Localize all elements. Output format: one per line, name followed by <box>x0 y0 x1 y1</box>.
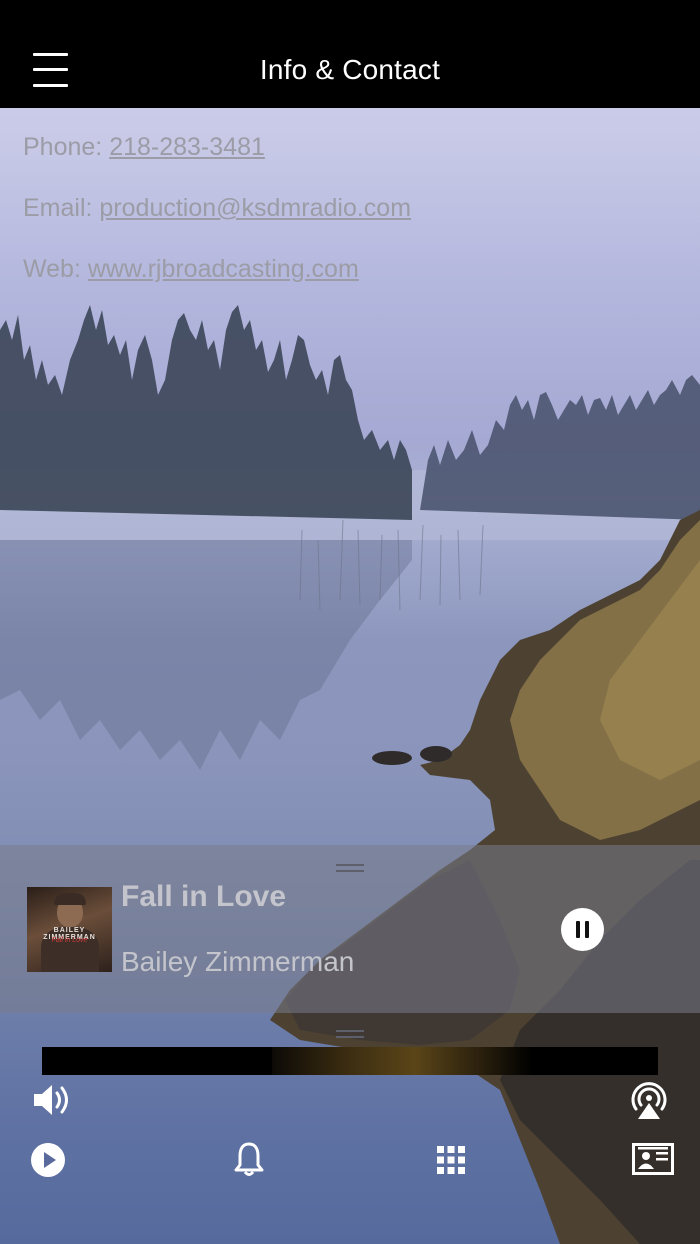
bell-icon[interactable] <box>234 1141 264 1177</box>
web-link[interactable]: www.rjbroadcasting.com <box>88 255 359 283</box>
pause-icon <box>576 921 580 938</box>
phone-link[interactable]: 218-283-3481 <box>109 133 265 161</box>
play-circle-icon[interactable] <box>30 1142 66 1178</box>
album-art-subtext: Fall in Love <box>51 937 88 944</box>
web-row: Web: www.rjbroadcasting.com <box>23 255 359 284</box>
song-title: Fall in Love <box>121 880 287 913</box>
email-row: Email: production@ksdmradio.com <box>23 194 411 223</box>
email-link[interactable]: production@ksdmradio.com <box>99 194 411 222</box>
phone-label: Phone: <box>23 133 110 161</box>
secondary-drag-handle[interactable] <box>336 1030 364 1038</box>
contact-card-icon[interactable] <box>632 1143 674 1175</box>
volume-icon[interactable] <box>32 1080 74 1120</box>
top-navigation-bar: Info & Contact <box>0 0 700 108</box>
web-label: Web: <box>23 255 88 283</box>
pause-button[interactable] <box>561 908 604 951</box>
song-artist: Bailey Zimmerman <box>121 946 355 977</box>
airplay-audio-icon[interactable] <box>627 1079 671 1121</box>
page-title: Info & Contact <box>259 54 441 85</box>
panel-drag-handle[interactable] <box>336 864 364 872</box>
album-art: BAILEY ZIMMERMAN Fall in Love <box>27 887 112 972</box>
grid-icon[interactable] <box>437 1146 465 1174</box>
email-label: Email: <box>23 194 100 222</box>
video-strip <box>42 1047 658 1075</box>
phone-row: Phone: 218-283-3481 <box>23 133 265 162</box>
